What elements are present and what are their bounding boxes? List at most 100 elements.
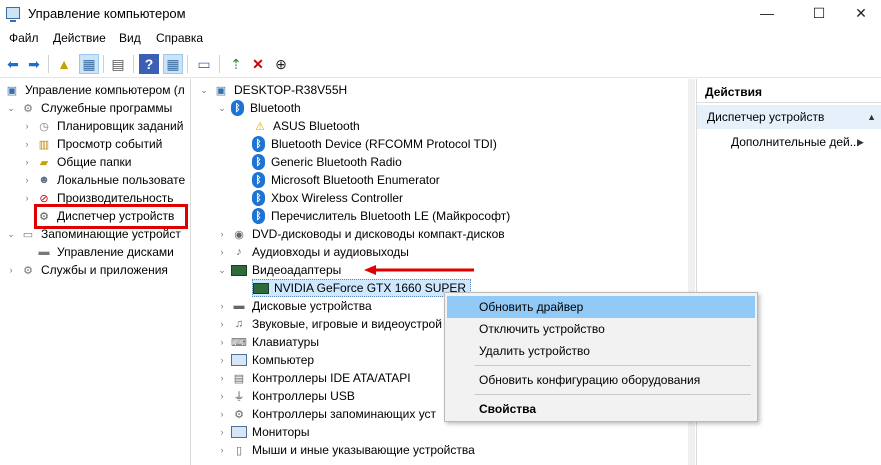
users-icon: ☻ — [38, 174, 50, 186]
device-item[interactable]: ⚠ ASUS Bluetooth — [252, 117, 360, 135]
actions-section-device-manager[interactable]: Диспетчер устройств ▲ — [697, 105, 881, 129]
monitor-icon[interactable]: ▭ — [194, 54, 214, 74]
category-audio-io[interactable]: › ♪ Аудиовходы и аудиовыходы — [217, 243, 409, 261]
chevron-down-icon[interactable]: ⌄ — [217, 265, 227, 276]
console-tree: ▣ Управление компьютером (л ⌄ ⚙ Служебны… — [0, 79, 191, 465]
chevron-right-icon[interactable]: › — [217, 373, 227, 383]
device-item[interactable]: ᛒ Xbox Wireless Controller — [252, 189, 403, 207]
update-driver-icon[interactable]: ⇡ — [226, 54, 246, 74]
menu-uninstall-device[interactable]: Удалить устройство — [447, 340, 755, 362]
chevron-down-icon[interactable]: ⌄ — [6, 103, 16, 114]
tree-item-disk-management[interactable]: ▬ Управление дисками — [36, 243, 174, 261]
bluetooth-icon: ᛒ — [252, 172, 265, 188]
chevron-right-icon[interactable]: › — [22, 175, 32, 185]
category-bluetooth[interactable]: ⌄ ᛒ Bluetooth — [217, 99, 301, 117]
menu-disable-device[interactable]: Отключить устройство — [447, 318, 755, 340]
chevron-right-icon[interactable]: › — [217, 445, 227, 455]
category-computer[interactable]: › Компьютер — [217, 351, 315, 369]
device-tree-root[interactable]: ⌄ ▣ DESKTOP-R38V55H — [199, 81, 347, 99]
show-tree-icon[interactable]: ▦ — [79, 54, 99, 74]
chevron-right-icon[interactable]: › — [22, 157, 32, 167]
category-ide[interactable]: › ▤ Контроллеры IDE ATA/ATAPI — [217, 369, 411, 387]
menu-scan-hardware[interactable]: Обновить конфигурацию оборудования — [447, 369, 755, 391]
keyboard-icon: ⌨ — [231, 336, 247, 349]
bluetooth-icon: ᛒ — [252, 154, 265, 170]
chevron-right-icon[interactable]: › — [6, 265, 16, 275]
menu-action[interactable]: Действие — [53, 31, 106, 45]
category-video-adapters[interactable]: ⌄ Видеоадаптеры — [217, 261, 341, 279]
folder-icon: ▰ — [39, 156, 49, 169]
category-disk-drives[interactable]: › ▬ Дисковые устройства — [217, 297, 372, 315]
chevron-right-icon[interactable]: › — [217, 409, 227, 419]
actions-header: Действия — [697, 81, 881, 103]
toolbar: ⬅ ➡ ▲ ▦ ▤ ? ▦ ▭ ⇡ ✕ ⊕ — [0, 50, 881, 78]
tree-item-system-tools[interactable]: ⌄ ⚙ Служебные программы — [6, 99, 172, 117]
tree-item-event-viewer[interactable]: › ▥ Просмотр событий — [22, 135, 163, 153]
uninstall-icon[interactable]: ✕ — [248, 54, 268, 74]
category-usb[interactable]: › ⏚ Контроллеры USB — [217, 387, 355, 405]
dvd-drive-icon: ◉ — [234, 228, 244, 241]
chevron-right-icon[interactable]: › — [22, 193, 32, 203]
tree-root[interactable]: ▣ Управление компьютером (л — [4, 81, 185, 99]
tools-icon: ⚙ — [23, 102, 33, 115]
bluetooth-icon: ᛒ — [252, 208, 265, 224]
disk-drive-icon: ▬ — [233, 300, 245, 312]
download-icon[interactable]: ⊕ — [271, 54, 291, 74]
properties-icon[interactable]: ▤ — [108, 54, 128, 74]
chevron-right-icon[interactable]: › — [217, 247, 227, 257]
menu-file[interactable]: Файл — [9, 31, 39, 45]
chevron-right-icon[interactable]: › — [217, 337, 227, 347]
menu-update-driver[interactable]: Обновить драйвер — [447, 296, 755, 318]
device-item[interactable]: ᛒ Microsoft Bluetooth Enumerator — [252, 171, 440, 189]
bluetooth-icon: ᛒ — [231, 100, 244, 116]
menu-help[interactable]: Справка — [156, 31, 203, 45]
services-icon: ⚙ — [23, 264, 33, 277]
tree-item-local-users[interactable]: › ☻ Локальные пользовате — [22, 171, 186, 189]
forward-icon[interactable]: ➡ — [24, 54, 44, 74]
minimize-button[interactable]: — — [744, 0, 790, 28]
annotation-arrow-icon — [364, 265, 474, 275]
chevron-right-icon[interactable]: › — [217, 391, 227, 401]
category-mice[interactable]: › ▯ Мыши и иные указывающие устройства — [217, 441, 475, 459]
chevron-right-icon[interactable]: › — [217, 355, 227, 365]
chevron-down-icon[interactable]: ⌄ — [199, 85, 209, 96]
more-actions-link[interactable]: Дополнительные дей... ▶ — [731, 133, 864, 151]
computer-management-icon — [6, 7, 20, 22]
category-dvd[interactable]: › ◉ DVD-дисководы и дисководы компакт-ди… — [217, 225, 505, 243]
collapse-up-icon[interactable]: ▲ — [867, 105, 876, 129]
help-icon[interactable]: ? — [139, 54, 159, 74]
back-icon[interactable]: ⬅ — [3, 54, 23, 74]
chevron-right-icon[interactable]: › — [217, 229, 227, 239]
chevron-right-icon[interactable]: › — [22, 139, 32, 149]
ide-controller-icon: ▤ — [233, 372, 245, 385]
event-viewer-icon: ▥ — [38, 138, 50, 151]
chevron-right-icon[interactable]: › — [22, 121, 32, 131]
computer-icon: ▣ — [6, 84, 18, 97]
chevron-right-icon[interactable]: › — [217, 301, 227, 311]
device-item[interactable]: ᛒ Generic Bluetooth Radio — [252, 153, 402, 171]
view-icon[interactable]: ▦ — [163, 54, 183, 74]
maximize-button[interactable]: ☐ — [796, 0, 842, 28]
category-keyboards[interactable]: › ⌨ Клавиатуры — [217, 333, 319, 351]
category-monitors[interactable]: › Мониторы — [217, 423, 310, 441]
chevron-right-icon[interactable]: › — [217, 319, 227, 329]
menu-properties[interactable]: Свойства — [447, 398, 755, 420]
tree-item-task-scheduler[interactable]: › ◷ Планировщик заданий — [22, 117, 184, 135]
chevron-down-icon[interactable]: ⌄ — [217, 103, 227, 114]
device-item[interactable]: ᛒ Bluetooth Device (RFCOMM Protocol TDI) — [252, 135, 497, 153]
category-storage-controllers[interactable]: › ⚙ Контроллеры запоминающих уст — [217, 405, 437, 423]
up-folder-icon[interactable]: ▲ — [54, 54, 74, 74]
tree-item-shared-folders[interactable]: › ▰ Общие папки — [22, 153, 132, 171]
menu-view[interactable]: Вид — [119, 31, 141, 45]
device-item-nvidia-gpu[interactable]: NVIDIA GeForce GTX 1660 SUPER — [252, 279, 472, 297]
chevron-down-icon[interactable]: ⌄ — [6, 229, 16, 240]
chevron-right-icon: ▶ — [857, 137, 864, 147]
category-sound[interactable]: › ♫ Звуковые, игровые и видеоустрой — [217, 315, 442, 333]
close-button[interactable]: ✕ — [838, 0, 881, 28]
chevron-right-icon[interactable]: › — [217, 427, 227, 437]
tree-item-services[interactable]: › ⚙ Службы и приложения — [6, 261, 168, 279]
disk-icon: ▬ — [38, 246, 50, 258]
usb-icon: ⏚ — [233, 391, 245, 403]
device-item[interactable]: ᛒ Перечислитель Bluetooth LE (Майкрософт… — [252, 207, 510, 225]
speaker-icon: ♪ — [236, 246, 242, 258]
